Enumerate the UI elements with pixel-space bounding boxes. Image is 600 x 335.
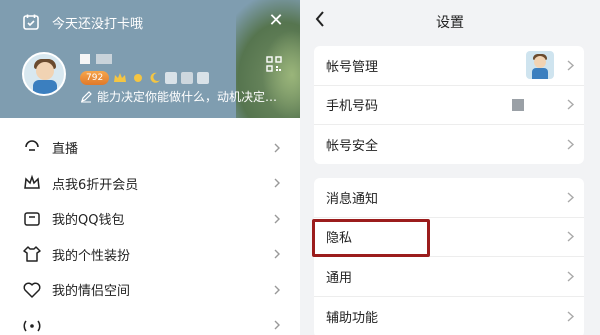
profile-header: 今天还没打卡哦 ✕ 792 能力决定你能做什么，动机决定… [0,0,300,118]
menu-label: 点我6折开会员 [52,177,139,193]
chevron-right-icon [567,192,575,203]
crown-icon [114,73,127,82]
row-label: 通用 [326,270,353,286]
chevron-right-icon [567,231,575,242]
live-icon [25,139,39,151]
avatar[interactable] [22,52,66,96]
menu-item-partial[interactable] [0,308,300,335]
sun-icon [134,74,143,82]
row-label: 帐号安全 [326,139,379,155]
menu-label: 我的情侣空间 [52,284,131,300]
qr-code-icon[interactable] [266,56,282,72]
game-badge-icon-2 [181,72,194,84]
chevron-right-icon [274,178,280,188]
avatar-body [33,80,57,94]
avatar-thumbnail [526,51,554,80]
avatar-body [532,68,548,80]
row-label: 手机号码 [326,99,379,115]
level-badge: 792 [80,71,110,85]
game-badge-icon [165,72,178,84]
page-title: 设置 [436,15,464,31]
screenshot: 今天还没打卡哦 ✕ 792 能力决定你能做什么，动机决定… 直播 点我6折开会员… [0,0,600,335]
row-label: 辅助功能 [326,310,379,326]
settings-panel: 设置 帐号管理 手机号码 帐号安全 消息通知 隐私 通用 辅助功能 [300,0,600,335]
checkin-text: 今天还没打卡哦 [52,16,144,32]
nickname[interactable] [80,54,112,64]
signature-row[interactable]: 能力决定你能做什么，动机决定… [80,88,277,105]
row-notifications[interactable]: 消息通知 [314,178,584,218]
badge-row[interactable]: 792 [80,71,210,85]
nav-bar: 设置 [300,0,600,40]
row-phone-number[interactable]: 手机号码 [314,86,584,125]
privacy-highlight-box [312,219,430,257]
drawer-panel: 今天还没打卡哦 ✕ 792 能力决定你能做什么，动机决定… 直播 点我6折开会员… [0,0,300,335]
phone-redacted [512,98,524,111]
avatar-face [36,62,54,80]
menu-label: 我的个性装扮 [52,248,131,264]
menu-label: 直播 [52,142,79,158]
close-icon[interactable]: ✕ [266,11,286,31]
chevron-right-icon [274,143,280,153]
chevron-right-icon [567,311,575,322]
shirt-icon [23,246,41,262]
chevron-right-icon [567,60,575,71]
row-account-security[interactable]: 帐号安全 [314,125,584,164]
pen-icon [81,90,92,102]
wallet-icon [24,212,40,226]
nickname-redacted-2 [96,54,112,64]
chevron-right-icon [567,99,575,110]
row-account-management[interactable]: 帐号管理 [314,46,584,86]
row-general[interactable]: 通用 [314,257,584,297]
chevron-right-icon [274,320,280,330]
menu-item-wallet[interactable]: 我的QQ钱包 [0,201,300,237]
row-label: 帐号管理 [326,59,379,75]
row-accessibility[interactable]: 辅助功能 [314,297,584,335]
nickname-redacted [80,54,90,64]
moon-icon [150,72,161,83]
avatar-face [534,56,546,69]
signal-icon [23,320,41,332]
chevron-right-icon [567,139,575,150]
heart-icon [23,282,41,298]
chevron-right-icon [274,214,280,224]
calendar-check-icon [23,14,39,30]
row-label: 消息通知 [326,191,379,207]
menu-item-theme[interactable]: 我的个性装扮 [0,237,300,273]
signature-text: 能力决定你能做什么，动机决定… [97,90,278,104]
game-badge-icon-3 [197,72,210,84]
menu-item-live[interactable]: 直播 [0,130,300,166]
checkin-row[interactable]: 今天还没打卡哦 [22,12,143,32]
chevron-right-icon [274,285,280,295]
menu-label: 我的QQ钱包 [52,213,125,229]
crown-icon [24,174,40,189]
chevron-right-icon [567,271,575,282]
settings-group-account: 帐号管理 手机号码 帐号安全 [314,46,584,164]
menu-item-vip[interactable]: 点我6折开会员 [0,166,300,202]
chevron-right-icon [274,249,280,259]
menu-item-couple[interactable]: 我的情侣空间 [0,272,300,308]
drawer-menu: 直播 点我6折开会员 我的QQ钱包 我的个性装扮 我的情侣空间 [0,130,300,335]
